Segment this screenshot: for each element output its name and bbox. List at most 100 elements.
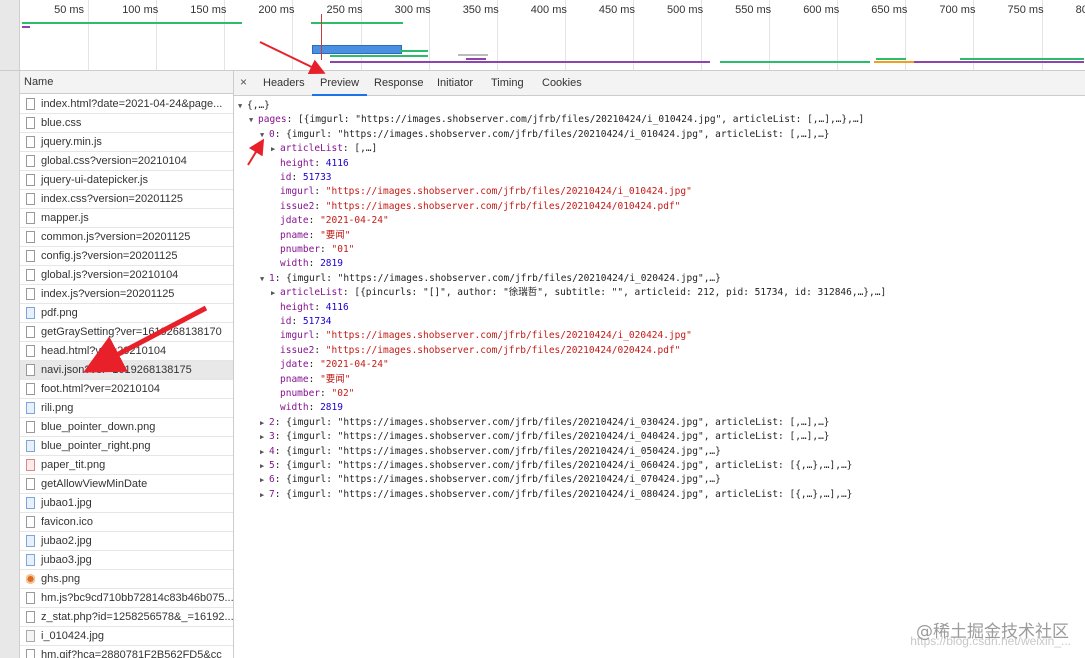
json-key: width [280, 258, 309, 270]
json-str: "2021-04-24" [320, 215, 389, 227]
json-tree-line[interactable]: ▶ articleList: [{pincurls: "[]", author: … [271, 286, 886, 300]
collapse-triangle-icon[interactable]: ▶ [271, 286, 280, 300]
request-row[interactable]: jubao2.jpg [20, 532, 233, 551]
json-tree-line[interactable]: ▶ 7: {imgurl: "https://images.shobserver.… [260, 488, 852, 502]
timeline-bar [960, 58, 1084, 60]
request-row[interactable]: index.css?version=20201125 [20, 190, 233, 209]
json-str: "https://images.shobserver.com/jfrb/file… [325, 344, 681, 356]
document-icon [26, 269, 35, 281]
json-tree-line[interactable]: ▶ 5: {imgurl: "https://images.shobserver.… [260, 459, 852, 473]
collapse-triangle-icon[interactable]: ▶ [260, 445, 269, 459]
request-row[interactable]: blue.css [20, 114, 233, 133]
image-icon [26, 402, 35, 414]
request-row[interactable]: favicon.ico [20, 513, 233, 532]
json-plain: : [308, 258, 321, 270]
timeline-bar [400, 50, 428, 52]
tab-timing[interactable]: Timing [483, 71, 532, 94]
json-str: "要闻" [320, 373, 351, 385]
request-row-label: blue_pointer_right.png [41, 440, 151, 452]
collapse-triangle-icon[interactable]: ▶ [260, 473, 269, 487]
request-row[interactable]: config.js?version=20201125 [20, 247, 233, 266]
tab-headers[interactable]: Headers [255, 71, 313, 94]
document-icon [26, 155, 35, 167]
json-tree-line[interactable]: ▼ {,…} [238, 99, 270, 113]
json-key: jdate [280, 359, 309, 371]
json-tree-line[interactable]: ▶ 4: {imgurl: "https://images.shobserver.… [260, 445, 721, 459]
request-row[interactable]: getGraySetting?ver=1619268138170 [20, 323, 233, 342]
collapse-triangle-icon[interactable]: ▶ [260, 488, 269, 502]
request-row[interactable]: getAllowViewMinDate [20, 475, 233, 494]
timeline-bar [720, 61, 870, 63]
json-tree-line[interactable]: ▼ pages: [{imgurl: "https://images.shobse… [249, 113, 864, 127]
request-row[interactable]: index.html?date=2021-04-24&page... [20, 95, 233, 114]
expand-triangle-icon[interactable]: ▼ [249, 113, 258, 127]
collapse-triangle-icon[interactable]: ▶ [260, 416, 269, 430]
document-icon [26, 345, 35, 357]
request-row[interactable]: hm.js?bc9cd710bb72814c83b46b075... [20, 589, 233, 608]
request-row[interactable]: jubao1.jpg [20, 494, 233, 513]
request-row[interactable]: blue_pointer_down.png [20, 418, 233, 437]
collapse-triangle-icon[interactable]: ▶ [260, 459, 269, 473]
json-tree-line: pname: "要闻" [271, 373, 351, 387]
document-icon [26, 288, 35, 300]
json-tree-line: imgurl: "https://images.shobserver.com/j… [271, 185, 692, 199]
detail-tabbar: × Headers Preview Response Initiator Timing C… [234, 71, 1085, 96]
document-icon [26, 117, 35, 129]
request-row[interactable]: mapper.js [20, 209, 233, 228]
request-row[interactable]: common.js?version=20201125 [20, 228, 233, 247]
json-tree-line[interactable]: ▶ 6: {imgurl: "https://images.shobserver.… [260, 473, 721, 487]
tab-initiator[interactable]: Initiator [429, 71, 481, 94]
request-row[interactable]: pdf.png [20, 304, 233, 323]
tab-cookies[interactable]: Cookies [534, 71, 590, 94]
request-row[interactable]: jquery.min.js [20, 133, 233, 152]
request-row[interactable]: jubao3.jpg [20, 551, 233, 570]
timeline-tick-label: 750 ms [1007, 4, 1044, 16]
request-row[interactable]: z_stat.php?id=1258256578&_=16192... [20, 608, 233, 627]
name-column-header[interactable]: Name [20, 71, 233, 94]
request-row[interactable]: global.js?version=20210104 [20, 266, 233, 285]
request-row[interactable]: i_010424.jpg [20, 627, 233, 646]
request-row[interactable]: paper_tit.png [20, 456, 233, 475]
json-tree-line[interactable]: ▶ 3: {imgurl: "https://images.shobserver.… [260, 430, 830, 444]
json-tree-line[interactable]: ▼ 1: {imgurl: "https://images.shobserver.… [260, 272, 721, 286]
json-tree-line[interactable]: ▶ articleList: [,…] [271, 142, 377, 156]
request-row[interactable]: head.html?ver=20210104 [20, 342, 233, 361]
json-str: "https://images.shobserver.com/jfrb/file… [325, 330, 692, 342]
request-row[interactable]: blue_pointer_right.png [20, 437, 233, 456]
collapse-triangle-icon[interactable]: ▶ [260, 430, 269, 444]
request-row-label: jubao2.jpg [41, 535, 92, 547]
request-row[interactable]: ghs.png [20, 570, 233, 589]
network-timeline[interactable]: 50 ms 100 ms 150 ms 200 ms 250 ms 300 ms 350 m… [0, 0, 1085, 71]
request-row[interactable]: global.css?version=20210104 [20, 152, 233, 171]
request-row[interactable]: foot.html?ver=20210104 [20, 380, 233, 399]
timeline-tick-label: 700 ms [939, 4, 976, 16]
request-row-label: jubao1.jpg [41, 497, 92, 509]
timeline-bar [876, 58, 906, 60]
document-icon [26, 174, 35, 186]
document-icon [26, 478, 35, 490]
tab-response[interactable]: Response [366, 71, 432, 94]
json-tree-line: pnumber: "01" [271, 243, 354, 257]
request-row-label: global.js?version=20210104 [41, 269, 179, 281]
json-key: pages [258, 114, 287, 126]
json-tree-line[interactable]: ▶ 2: {imgurl: "https://images.shobserver.… [260, 416, 830, 430]
tab-preview[interactable]: Preview [312, 71, 368, 96]
request-row-label: hm.gif?hca=2880781F2B562FD5&cc [41, 649, 222, 658]
request-row[interactable]: navi.json?ver=1619268138175 [20, 361, 233, 380]
request-row[interactable]: rili.png [20, 399, 233, 418]
collapse-triangle-icon[interactable]: ▶ [271, 142, 280, 156]
document-icon [26, 250, 35, 262]
expand-triangle-icon[interactable]: ▼ [260, 128, 269, 142]
expand-triangle-icon[interactable]: ▼ [238, 99, 247, 113]
timeline-tick-label: 200 ms [258, 4, 295, 16]
timeline-tick-label: 500 ms [667, 4, 704, 16]
json-tree-line[interactable]: ▼ 0: {imgurl: "https://images.shobserver.… [260, 128, 830, 142]
request-row[interactable]: hm.gif?hca=2880781F2B562FD5&cc [20, 646, 233, 658]
request-row-label: head.html?ver=20210104 [41, 345, 167, 357]
request-row[interactable]: index.js?version=20201125 [20, 285, 233, 304]
document-icon [26, 364, 35, 376]
request-row[interactable]: jquery-ui-datepicker.js [20, 171, 233, 190]
request-gutter [0, 71, 20, 658]
expand-triangle-icon[interactable]: ▼ [260, 272, 269, 286]
close-icon[interactable]: × [240, 75, 247, 89]
